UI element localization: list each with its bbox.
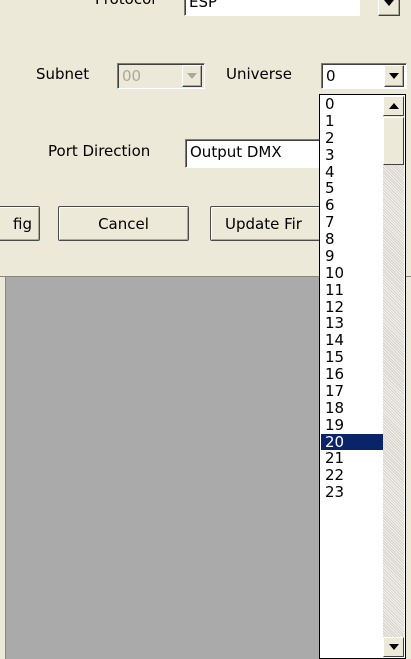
chevron-down-icon: [389, 73, 399, 79]
universe-option[interactable]: 6: [321, 197, 383, 214]
universe-dropdown-list[interactable]: 0 1 2 3 4 5 6 7 8 9 10 11 12 13 14 15 16 17 18 19 20 21 22 23: [319, 94, 406, 659]
config-button[interactable]: fig: [0, 206, 40, 241]
universe-option[interactable]: 4: [321, 163, 383, 181]
universe-options: 0 1 2 3 4 5 6 7 8 9 10 11 12 13 14 15 16 17 18 19 20 21 22 23: [321, 96, 383, 501]
config-button-label: fig: [13, 214, 32, 233]
scroll-down-button[interactable]: [383, 637, 404, 657]
protocol-dropdown-button[interactable]: [378, 0, 400, 16]
universe-option[interactable]: 23: [321, 484, 383, 501]
universe-option[interactable]: 21: [321, 450, 383, 467]
subnet-value: 00: [122, 67, 142, 85]
port-direction-label: Port Direction: [48, 142, 151, 160]
arrow-down-icon: [388, 644, 399, 650]
chevron-down-icon: [187, 73, 197, 79]
universe-option[interactable]: 16: [321, 366, 383, 383]
universe-option[interactable]: 5: [321, 180, 383, 197]
universe-option[interactable]: 0: [321, 96, 383, 113]
universe-dropdown-button[interactable]: [384, 65, 404, 87]
chevron-down-icon: [384, 0, 394, 6]
universe-option[interactable]: 20: [321, 433, 383, 451]
cancel-button[interactable]: Cancel: [58, 206, 189, 241]
subnet-label: Subnet: [36, 65, 90, 83]
scroll-thumb[interactable]: [383, 117, 404, 165]
universe-option[interactable]: 17: [321, 382, 383, 400]
universe-option[interactable]: 10: [321, 264, 383, 282]
protocol-label: Protocol: [95, 0, 155, 8]
universe-option[interactable]: 12: [321, 298, 383, 316]
universe-option[interactable]: 19: [321, 416, 383, 434]
universe-option[interactable]: 3: [321, 146, 383, 164]
universe-option[interactable]: 9: [321, 247, 383, 265]
cancel-button-label: Cancel: [98, 214, 149, 233]
universe-option[interactable]: 11: [321, 281, 383, 299]
universe-option[interactable]: 13: [321, 315, 383, 332]
universe-option[interactable]: 14: [321, 332, 383, 349]
universe-value: 0: [326, 67, 336, 85]
subnet-dropdown-button: [182, 65, 202, 87]
universe-label: Universe: [226, 65, 292, 83]
update-firmware-button-label: Update Fir: [225, 214, 302, 233]
universe-option[interactable]: 7: [321, 214, 383, 231]
scroll-up-button[interactable]: [383, 96, 404, 116]
update-firmware-button[interactable]: Update Fir: [210, 206, 335, 241]
arrow-up-icon: [388, 103, 399, 109]
universe-option[interactable]: 8: [321, 231, 383, 248]
port-direction-select[interactable]: Output DMX: [185, 139, 325, 168]
universe-option[interactable]: 15: [321, 349, 383, 366]
vertical-scrollbar[interactable]: [383, 96, 404, 657]
universe-option[interactable]: 22: [321, 467, 383, 484]
universe-option[interactable]: 2: [321, 129, 383, 147]
universe-option[interactable]: 1: [321, 112, 383, 130]
protocol-select[interactable]: ESP: [184, 0, 360, 16]
universe-option[interactable]: 18: [321, 399, 383, 417]
window-frame-left: [0, 277, 6, 659]
